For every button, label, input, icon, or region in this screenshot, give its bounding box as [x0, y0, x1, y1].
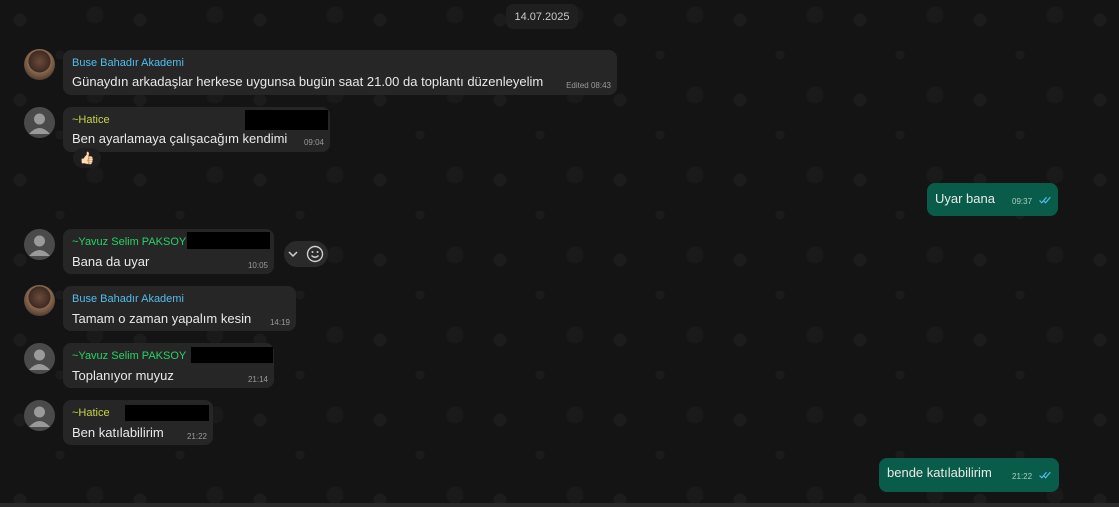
redacted-phone	[191, 347, 273, 363]
message-bubble-incoming[interactable]: ~Hatice Ben katılabilirim 21:22	[63, 400, 213, 445]
message-text: Uyar bana	[935, 191, 995, 206]
redacted-phone	[125, 405, 209, 421]
message-bubble-incoming[interactable]: ~Hatice Ben ayarlamaya çalışacağım kendi…	[63, 107, 330, 152]
date-separator: 14.07.2025	[506, 4, 578, 29]
message-time: 10:05	[247, 261, 268, 270]
default-avatar-icon	[29, 349, 50, 370]
message-hover-controls	[284, 241, 328, 267]
message-bubble-incoming[interactable]: Buse Bahadır Akademi Günaydın arkadaşlar…	[63, 50, 617, 95]
message-bubble-incoming[interactable]: Buse Bahadır Akademi Tamam o zaman yapal…	[63, 286, 296, 331]
default-avatar-icon	[29, 235, 50, 256]
message-time: 21:22	[1012, 472, 1033, 481]
message-text: Ben ayarlamaya çalışacağım kendimi	[72, 131, 288, 146]
sender-name[interactable]: ~Hatice	[72, 407, 110, 419]
message-time: 14:19	[269, 318, 290, 327]
chat-background: 14.07.2025 Buse Bahadır Akademi Günaydın…	[0, 0, 1119, 503]
double-check-icon	[1039, 196, 1051, 204]
default-avatar-icon	[29, 406, 50, 427]
sender-name[interactable]: ~Yavuz Selim PAKSOY	[72, 236, 186, 248]
message-bubble-incoming[interactable]: ~Yavuz Selim PAKSOY Bana da uyar 10:05	[63, 229, 274, 274]
message-text: Günaydın arkadaşlar herkese uygunsa bugü…	[72, 74, 544, 89]
sender-name[interactable]: ~Yavuz Selim PAKSOY	[72, 350, 186, 362]
emoji-icon[interactable]	[306, 245, 324, 263]
redacted-phone	[187, 232, 270, 249]
message-text: Toplanıyor muyuz	[72, 368, 174, 383]
message-time: 09:37	[1012, 197, 1033, 206]
reaction-badge[interactable]: 👍🏻	[73, 148, 101, 168]
default-avatar-icon	[29, 113, 50, 134]
composer-divider	[0, 503, 1119, 507]
message-text: Ben katılabilirim	[72, 425, 164, 440]
message-time: 21:22	[186, 432, 207, 441]
double-check-icon	[1039, 471, 1051, 479]
message-text: Bana da uyar	[72, 254, 150, 269]
avatar[interactable]	[24, 400, 55, 431]
date-label: 14.07.2025	[514, 10, 570, 23]
message-text: bende katılabilirim	[887, 465, 992, 480]
message-text: Tamam o zaman yapalım kesin	[72, 311, 252, 326]
redacted-phone	[245, 110, 328, 130]
avatar[interactable]	[24, 229, 55, 260]
reaction-emoji: 👍🏻	[79, 151, 95, 165]
avatar[interactable]	[24, 343, 55, 374]
sender-name[interactable]: ~Hatice	[72, 114, 110, 126]
message-bubble-incoming[interactable]: ~Yavuz Selim PAKSOY Toplanıyor muyuz 21:…	[63, 343, 274, 388]
sender-name[interactable]: Buse Bahadır Akademi	[72, 57, 184, 69]
message-bubble-outgoing[interactable]: bende katılabilirim 21:22	[879, 458, 1059, 492]
avatar[interactable]	[24, 285, 55, 316]
message-bubble-outgoing[interactable]: Uyar bana 09:37	[927, 183, 1058, 216]
avatar[interactable]	[24, 107, 55, 138]
avatar[interactable]	[24, 49, 55, 80]
sender-name[interactable]: Buse Bahadır Akademi	[72, 293, 184, 305]
message-time: 21:14	[247, 375, 268, 384]
chevron-down-icon[interactable]	[288, 250, 298, 258]
message-time: Edited 08:43	[566, 81, 611, 90]
message-time: 09:04	[303, 138, 324, 147]
